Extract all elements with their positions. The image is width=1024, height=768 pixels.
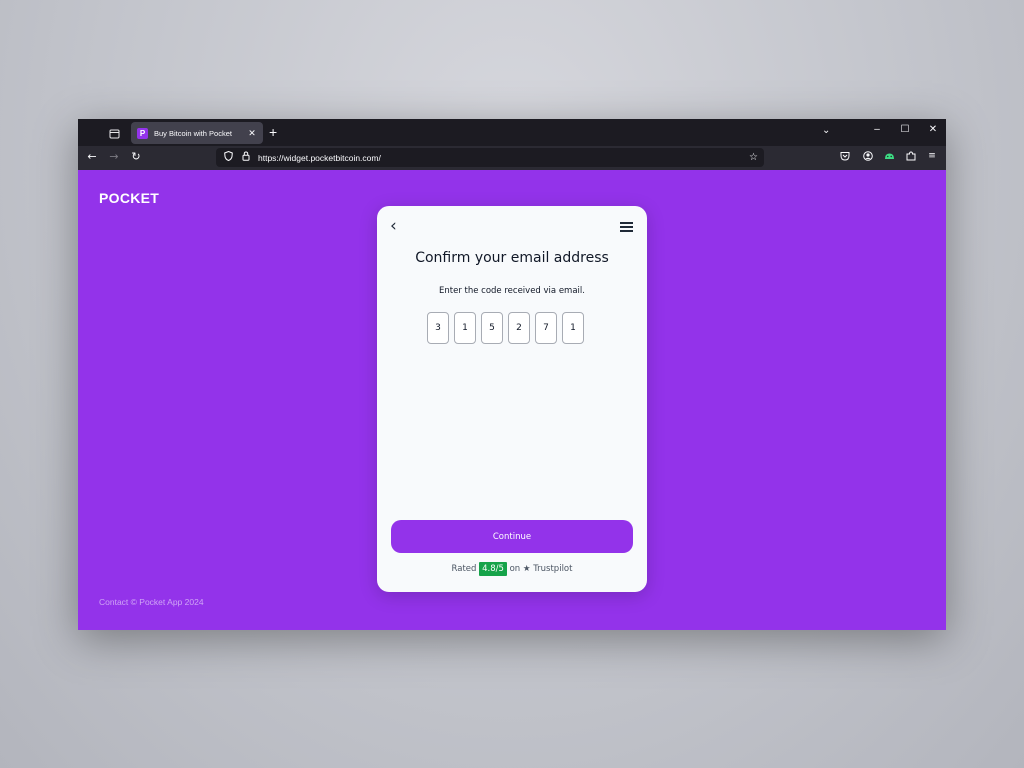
nav-bar: ← → ↻ https://widget.pocketbitcoin.com/ … <box>78 146 946 170</box>
forward-arrow-icon[interactable]: → <box>106 150 122 163</box>
chevron-down-icon[interactable]: ⌄ <box>822 125 830 136</box>
url-text[interactable]: https://widget.pocketbitcoin.com/ <box>258 153 749 163</box>
code-digit-3[interactable]: 5 <box>481 312 503 344</box>
account-icon[interactable] <box>861 151 875 164</box>
card-title: Confirm your email address <box>415 250 609 266</box>
minimize-icon[interactable]: – <box>870 124 884 135</box>
code-digit-4[interactable]: 2 <box>508 312 530 344</box>
shield-icon[interactable] <box>222 150 234 164</box>
menu-icon[interactable] <box>620 222 633 234</box>
card-subtitle: Enter the code received via email. <box>439 286 585 296</box>
android-icon[interactable] <box>882 151 896 163</box>
maximize-icon[interactable]: ☐ <box>898 124 912 135</box>
pocket-favicon-icon: P <box>137 127 148 139</box>
code-digit-6[interactable]: 1 <box>562 312 584 344</box>
verification-card: ‹ Confirm your email address Enter the c… <box>377 206 647 592</box>
chevron-left-icon[interactable]: ‹ <box>390 216 397 236</box>
tab-list-icon[interactable] <box>106 125 122 141</box>
hamburger-icon[interactable]: ≡ <box>925 151 939 161</box>
footer-text[interactable]: Contact © Pocket App 2024 <box>99 597 204 607</box>
tab-close-icon[interactable]: ✕ <box>245 128 259 139</box>
rating-suffix: on ★ Trustpilot <box>509 564 573 574</box>
window-close-icon[interactable]: ✕ <box>926 124 940 135</box>
puzzle-icon[interactable] <box>904 151 918 164</box>
star-icon[interactable]: ☆ <box>749 152 758 163</box>
rating-score-badge: 4.8/5 <box>479 562 507 576</box>
continue-button[interactable]: Continue <box>391 520 633 553</box>
code-digit-5[interactable]: 7 <box>535 312 557 344</box>
page-content: POCKET ‹ Confirm your email address Ente… <box>78 170 946 630</box>
back-arrow-icon[interactable]: ← <box>84 150 100 163</box>
tab-bar: P Buy Bitcoin with Pocket ✕ + ⌄ – ☐ ✕ <box>78 119 946 146</box>
lock-icon[interactable] <box>240 151 252 164</box>
code-digit-2[interactable]: 1 <box>454 312 476 344</box>
pocket-logo[interactable]: POCKET <box>99 190 159 206</box>
code-input-group: 3 1 5 2 7 1 <box>427 312 584 344</box>
rating-prefix: Rated <box>451 564 477 574</box>
active-tab[interactable]: P Buy Bitcoin with Pocket ✕ <box>131 122 263 144</box>
new-tab-button[interactable]: + <box>269 124 277 140</box>
url-bar[interactable]: https://widget.pocketbitcoin.com/ ☆ <box>216 148 764 167</box>
trustpilot-rating[interactable]: Rated 4.8/5 on ★ Trustpilot <box>377 562 647 576</box>
reload-icon[interactable]: ↻ <box>128 150 144 163</box>
browser-window: P Buy Bitcoin with Pocket ✕ + ⌄ – ☐ ✕ ← … <box>78 119 946 630</box>
pocket-icon[interactable] <box>838 151 852 164</box>
tab-title: Buy Bitcoin with Pocket <box>154 128 232 138</box>
code-digit-1[interactable]: 3 <box>427 312 449 344</box>
